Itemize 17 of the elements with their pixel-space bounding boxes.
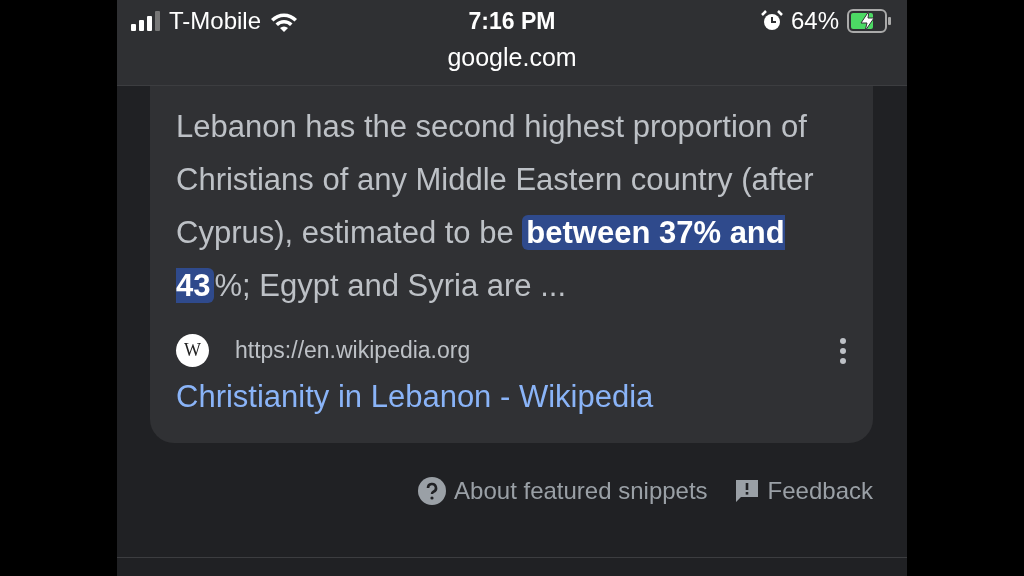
carrier-name: T-Mobile bbox=[169, 7, 262, 35]
more-options-icon[interactable] bbox=[839, 336, 847, 365]
address-url[interactable]: google.com bbox=[447, 42, 577, 72]
help-icon bbox=[418, 477, 447, 505]
battery-percent: 64% bbox=[790, 7, 839, 35]
wikipedia-icon: W bbox=[176, 334, 209, 367]
alarm-icon bbox=[760, 10, 783, 32]
clock-time: 7:16 PM bbox=[468, 7, 556, 35]
feedback-icon bbox=[733, 478, 760, 504]
signal-icon bbox=[131, 11, 161, 31]
footer-link[interactable]: About featured snippets bbox=[454, 477, 708, 505]
footer-link[interactable]: Feedback bbox=[767, 477, 873, 505]
result-title-link[interactable]: Christianity in Lebanon - Wikipedia bbox=[176, 379, 654, 415]
source-url: https://en.wikipedia.org bbox=[235, 337, 472, 364]
snippet-text: Lebanon has the second highest proportion of Christians of any Middle Eastern country (after Cyprus), estimated to be between 37% and 43%; Egypt and Syria are ... bbox=[176, 108, 815, 305]
battery-charging-icon bbox=[847, 9, 893, 33]
wifi-icon bbox=[269, 10, 300, 32]
